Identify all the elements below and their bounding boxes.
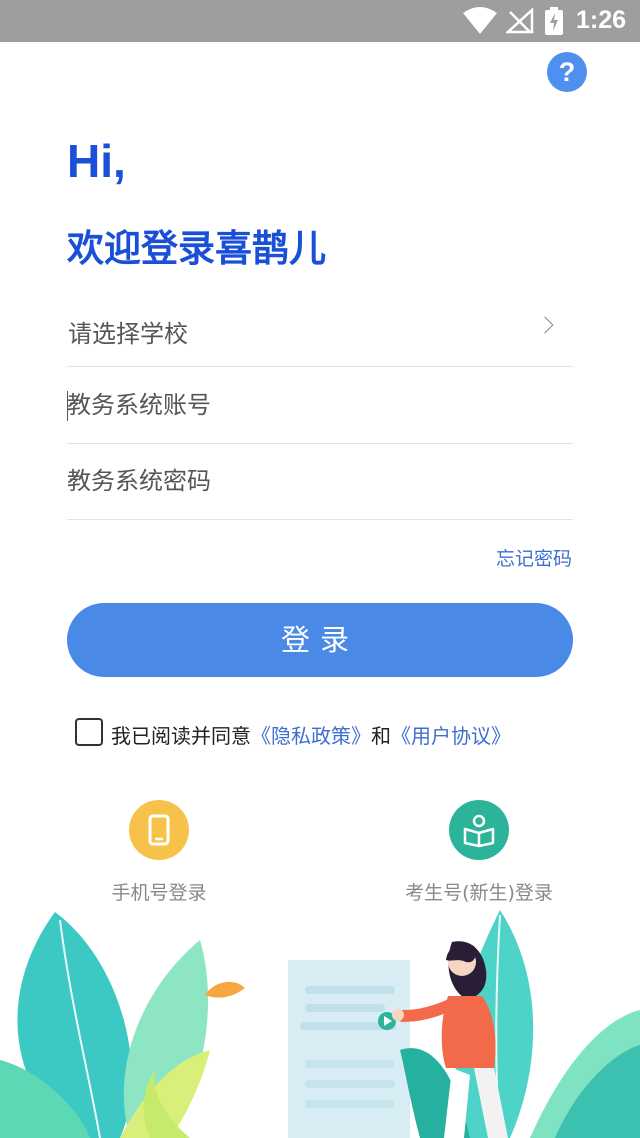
chevron-right-icon (536, 316, 554, 334)
help-button[interactable]: ? (547, 52, 587, 92)
greeting-hi: Hi, (67, 135, 126, 187)
school-select[interactable]: 请选择学校 (67, 290, 573, 367)
phone-login-button[interactable]: 手机号登录 (79, 800, 239, 905)
wifi-icon (463, 7, 497, 34)
phone-icon (148, 814, 170, 846)
greeting-welcome: 欢迎登录喜鹊儿 (67, 227, 326, 270)
agreement-prefix: 我已阅读并同意 (111, 724, 251, 748)
agreement-checkbox[interactable] (75, 718, 103, 746)
exam-login-button[interactable]: 考生号(新生)登录 (399, 800, 559, 905)
user-agreement-link[interactable]: 《用户协议》 (391, 724, 511, 748)
account-field-row (67, 367, 573, 444)
exam-login-circle (449, 800, 509, 860)
agreement-text: 我已阅读并同意《隐私政策》和《用户协议》 (111, 720, 511, 749)
no-signal-icon (506, 8, 534, 34)
book-icon (463, 814, 495, 848)
status-time: 1:26 (576, 6, 627, 34)
password-input[interactable] (67, 459, 573, 503)
privacy-policy-link[interactable]: 《隐私政策》 (251, 724, 371, 748)
agreement-and: 和 (371, 724, 391, 748)
school-select-label: 请选择学校 (68, 320, 188, 348)
status-bar: 1:26 (0, 0, 640, 42)
login-button[interactable]: 登录 (67, 603, 573, 677)
login-illustration (0, 910, 640, 1138)
password-field-row (67, 443, 573, 520)
forgot-password-link[interactable]: 忘记密码 (496, 544, 572, 571)
phone-login-circle (129, 800, 189, 860)
account-input[interactable] (67, 383, 573, 427)
battery-charging-icon (545, 7, 563, 35)
